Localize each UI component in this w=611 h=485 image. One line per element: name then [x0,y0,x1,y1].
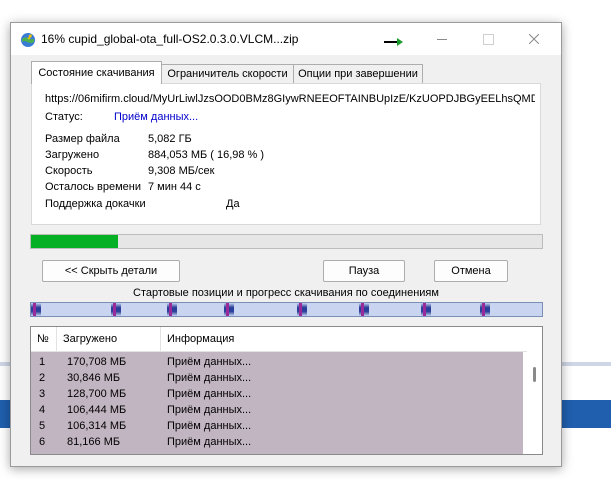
row-downloaded: 30,846 МБ [67,372,121,384]
row-info: Приём данных... [167,356,252,368]
row-number: 3 [39,388,46,400]
table-row[interactable]: 5 106,314 МБ Приём данных... [31,418,523,434]
window-title: 16% cupid_global-ota_full-OS2.0.3.0.VLCM… [41,32,299,46]
speed-value: 9,308 МБ/сек [148,165,215,177]
row-downloaded: 106,444 МБ [67,404,127,416]
connection-progress-marker [423,303,426,316]
row-downloaded: 81,166 МБ [67,436,121,448]
download-progress-bar [30,234,543,249]
table-row[interactable]: 3 128,700 МБ Приём данных... [31,386,523,402]
speed-label: Скорость [45,165,93,177]
row-downloaded: 128,700 МБ [67,388,127,400]
time-remaining-value: 7 мин 44 с [148,181,201,193]
arrow-right-icon [384,38,403,46]
tab-download-status[interactable]: Состояние скачивания [31,61,162,84]
row-number: 1 [39,356,46,368]
scrollbar-thumb[interactable] [533,367,536,382]
hide-details-button[interactable]: << Скрыть детали [42,260,180,282]
table-row[interactable]: 1 170,708 МБ Приём данных... [31,354,523,370]
table-scrollbar[interactable] [527,352,542,454]
maximize-icon [482,33,494,45]
row-number: 4 [39,404,46,416]
connection-progress-marker [482,303,485,316]
status-value: Приём данных... [114,111,199,123]
row-downloaded: 106,314 МБ [67,420,127,432]
globe-download-icon [21,33,35,47]
row-info: Приём данных... [167,372,252,384]
file-size-value: 5,082 ГБ [148,133,192,145]
row-info: Приём данных... [167,420,252,432]
downloaded-label: Загружено [45,149,100,161]
title-bar[interactable]: 16% cupid_global-ota_full-OS2.0.3.0.VLCM… [11,23,561,55]
time-remaining-label: Осталось времени [45,181,142,193]
close-icon [529,34,539,44]
connection-progress-marker [169,303,172,316]
row-downloaded: 170,708 МБ [67,356,127,368]
cancel-button[interactable]: Отмена [434,260,508,282]
details-panel: https://06mifirm.cloud/MyUrLiwlJzsOOD0BM… [31,83,541,225]
connections-table: № Загружено Информация 1 170,708 МБ Приё… [30,326,543,455]
download-progress-fill [31,235,118,248]
table-row[interactable]: 4 106,444 МБ Приём данных... [31,402,523,418]
row-info: Приём данных... [167,404,252,416]
maximize-button[interactable] [465,23,511,55]
connection-progress-marker [33,303,36,316]
downloaded-value: 884,053 МБ ( 16,98 % ) [148,149,265,161]
connection-progress-marker [113,303,116,316]
close-button[interactable] [511,23,557,55]
table-row[interactable]: 2 30,846 МБ Приём данных... [31,370,523,386]
row-number: 6 [39,436,46,448]
row-number: 5 [39,420,46,432]
connections-progress-bar [30,302,543,317]
connections-label: Стартовые позиции и прогресс скачивания … [133,287,439,299]
column-header-info[interactable]: Информация [161,327,527,351]
column-header-number[interactable]: № [31,327,57,351]
resume-support-label: Поддержка докачки [45,198,146,210]
connection-progress-marker [226,303,229,316]
connection-progress-marker [299,303,302,316]
tab-speed-limiter[interactable]: Ограничитель скорости [161,64,294,83]
download-url: https://06mifirm.cloud/MyUrLiwlJzsOOD0BM… [45,93,535,105]
connection-progress-marker [361,303,364,316]
column-header-downloaded[interactable]: Загружено [57,327,161,351]
row-number: 2 [39,372,46,384]
tab-completion-options[interactable]: Опции при завершении [293,64,423,83]
table-row[interactable]: 6 81,166 МБ Приём данных... [31,434,523,450]
resume-support-value: Да [226,198,240,210]
row-info: Приём данных... [167,436,252,448]
minimize-icon [437,38,447,40]
minimize-button[interactable] [419,23,465,55]
download-window: 16% cupid_global-ota_full-OS2.0.3.0.VLCM… [10,22,562,467]
pause-button[interactable]: Пауза [323,260,405,282]
table-body: 1 170,708 МБ Приём данных... 2 30,846 МБ… [31,352,523,454]
file-size-label: Размер файла [45,133,120,145]
status-label: Статус: [45,111,83,123]
row-info: Приём данных... [167,388,252,400]
table-header: № Загружено Информация [31,327,527,352]
